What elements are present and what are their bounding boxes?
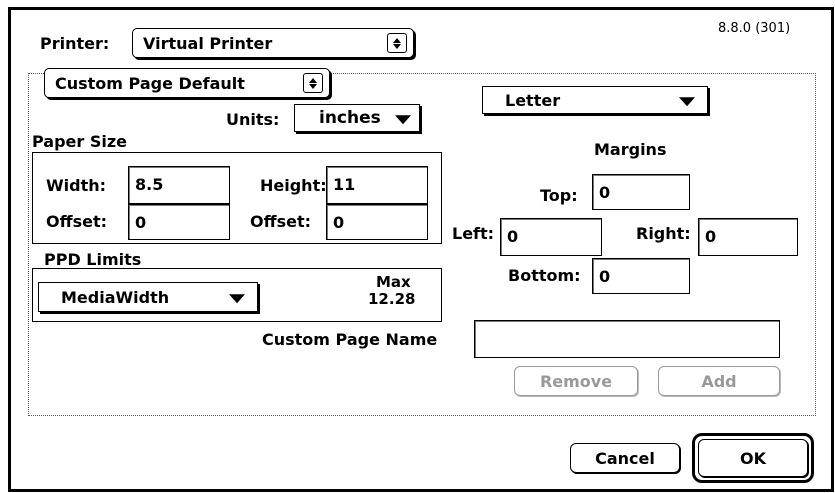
height-label: Height:	[260, 176, 327, 195]
width-field[interactable]: 8.5	[128, 166, 230, 204]
ok-default-ring: OK	[692, 433, 814, 483]
margin-right-field[interactable]: 0	[698, 218, 798, 256]
updown-arrows-icon	[303, 73, 323, 93]
dropdown-arrow-icon	[395, 115, 411, 125]
remove-button[interactable]: Remove	[514, 366, 638, 396]
printer-popup[interactable]: Virtual Printer	[132, 28, 414, 58]
add-button[interactable]: Add	[658, 366, 780, 396]
top-label: Top:	[540, 186, 578, 205]
ppd-limits-dropdown[interactable]: MediaWidth	[38, 282, 258, 312]
width-label: Width:	[46, 176, 107, 195]
margin-left-field[interactable]: 0	[500, 218, 602, 256]
printer-popup-value: Virtual Printer	[143, 33, 273, 53]
dropdown-arrow-icon	[229, 294, 245, 304]
page-preset-popup[interactable]: Custom Page Default	[44, 68, 330, 98]
max-value: 12.28	[368, 290, 416, 308]
paper-preset-value: Letter	[505, 90, 561, 110]
offset-left-label: Offset:	[46, 212, 107, 231]
printer-label: Printer:	[40, 34, 110, 53]
ppd-limits-title: PPD Limits	[44, 250, 142, 269]
bottom-label: Bottom:	[508, 266, 581, 285]
margin-bottom-field[interactable]: 0	[592, 258, 690, 294]
version-label: 8.8.0 (301)	[718, 21, 791, 36]
max-label: Max	[376, 273, 411, 291]
offset-right-field[interactable]: 0	[326, 204, 428, 240]
updown-arrows-icon	[387, 33, 407, 53]
cancel-button[interactable]: Cancel	[570, 443, 680, 473]
height-field[interactable]: 11	[326, 166, 428, 204]
margin-top-field[interactable]: 0	[592, 174, 690, 210]
custom-page-name-label: Custom Page Name	[262, 330, 438, 349]
offset-left-field[interactable]: 0	[128, 204, 230, 240]
units-label: Units:	[226, 110, 280, 129]
ok-button[interactable]: OK	[698, 439, 808, 477]
margins-title: Margins	[594, 140, 667, 159]
left-label: Left:	[452, 224, 495, 243]
right-label: Right:	[636, 224, 691, 243]
custom-page-name-field[interactable]	[474, 320, 780, 358]
page-preset-value: Custom Page Default	[55, 73, 245, 93]
dropdown-arrow-icon	[679, 97, 695, 107]
offset-right-label: Offset:	[250, 212, 311, 231]
units-dropdown[interactable]: inches	[294, 104, 420, 132]
paper-size-title: Paper Size	[32, 132, 128, 151]
paper-preset-dropdown[interactable]: Letter	[482, 86, 708, 114]
ppd-limits-value: MediaWidth	[61, 287, 170, 307]
